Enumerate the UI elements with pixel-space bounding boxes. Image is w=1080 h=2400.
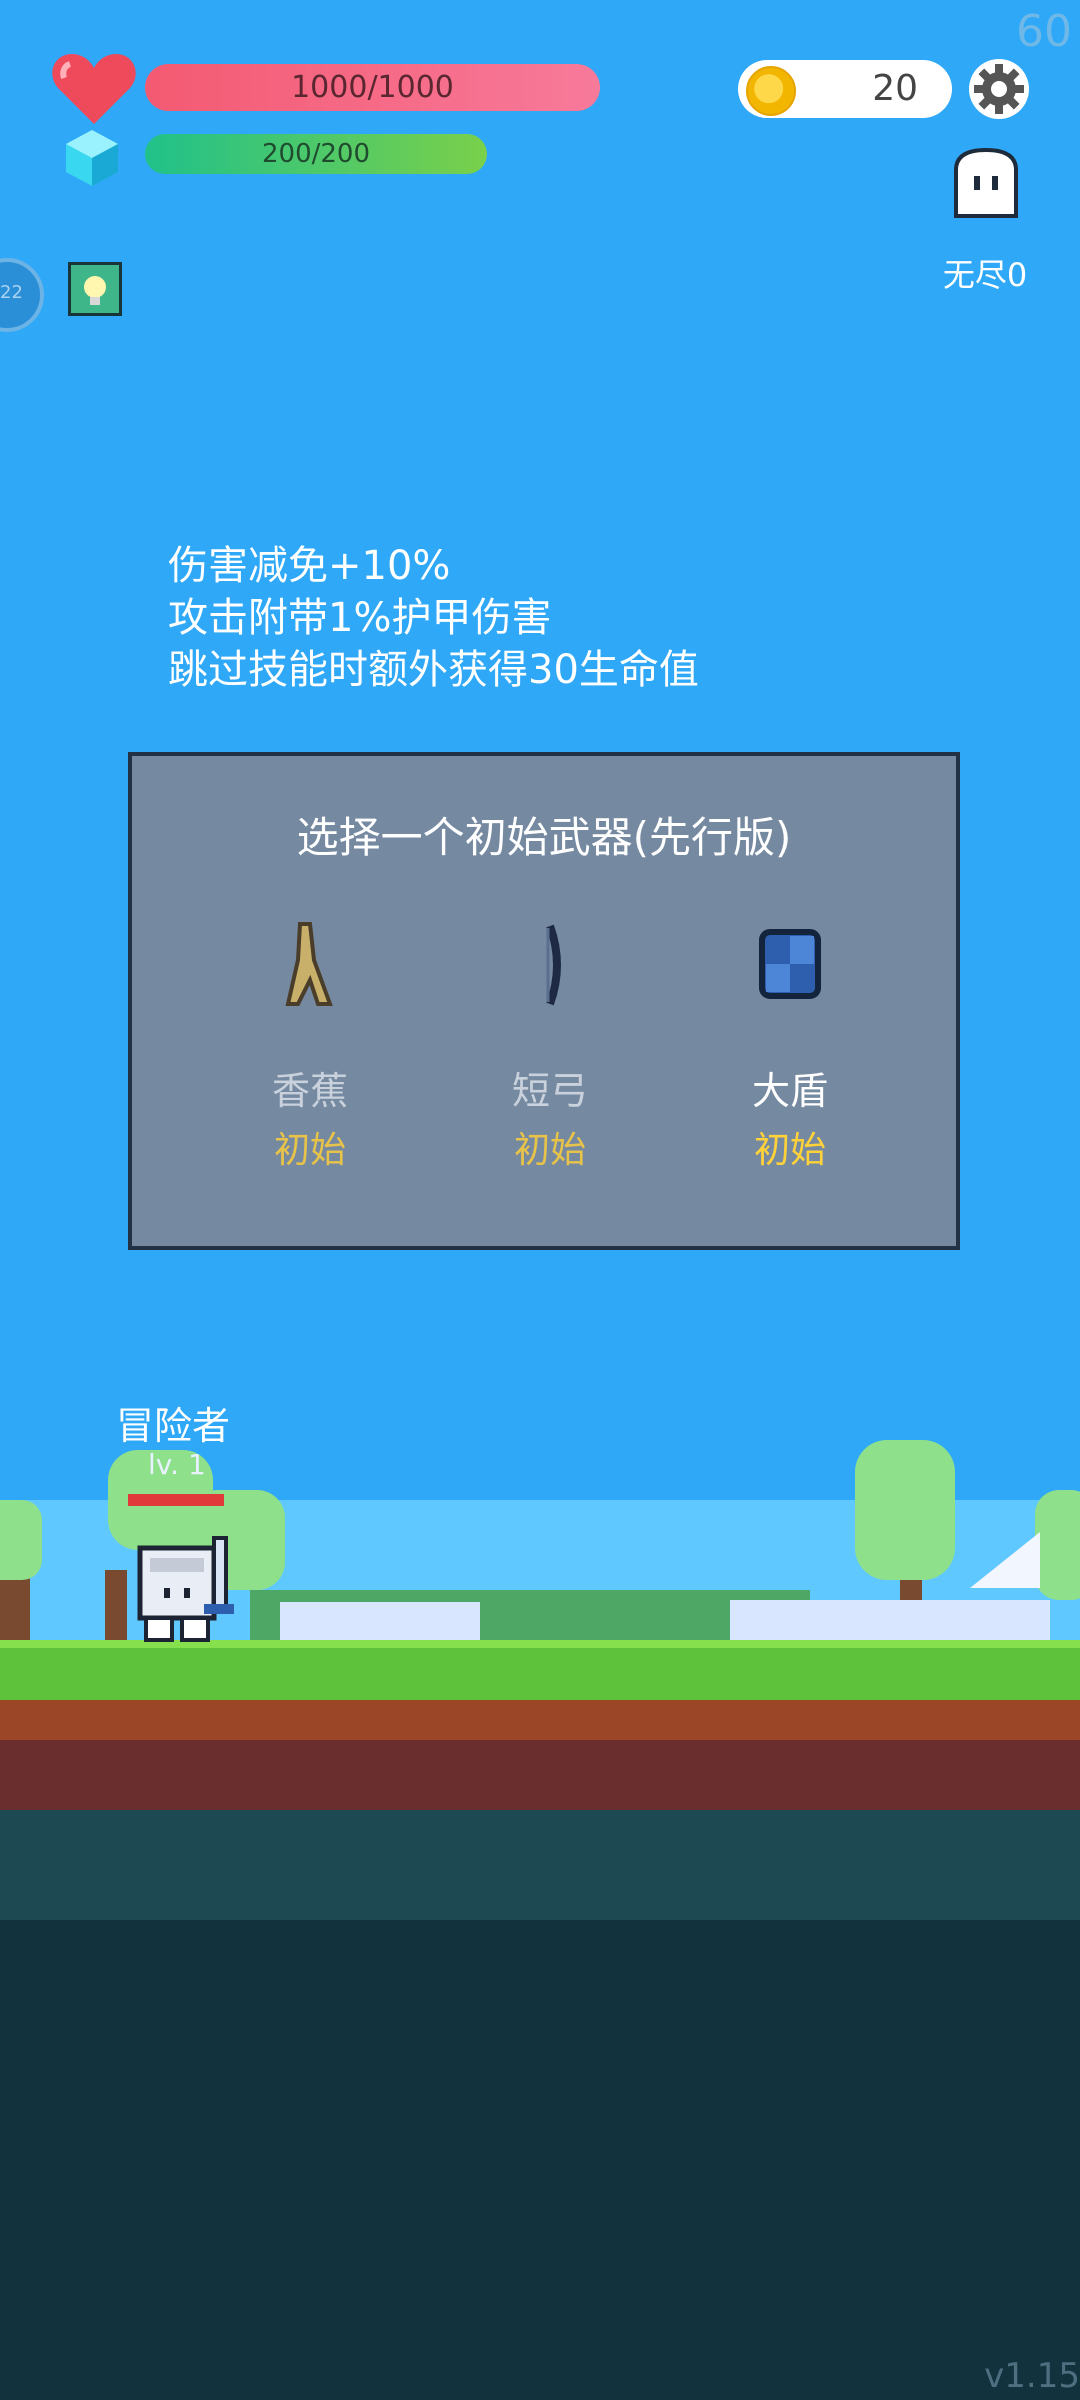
effect-line: 跳过技能时额外获得30生命值 (168, 647, 699, 693)
weapon-name: 大盾 (751, 1069, 828, 1113)
buff-lamp-icon[interactable] (68, 262, 122, 316)
dirt-dark-layer (0, 1740, 1080, 1810)
grass-ground (0, 1648, 1080, 1700)
weapon-tag: 初始 (273, 1130, 346, 1171)
weapon-tag: 初始 (753, 1130, 826, 1171)
weapon-option-shield[interactable]: 大盾 初始 (690, 920, 890, 1173)
weapon-option-banana[interactable]: 香蕉 初始 (210, 920, 410, 1173)
version-label: v1.15 (984, 2356, 1080, 2396)
endless-mode-label[interactable]: 无尽0 (930, 250, 1040, 296)
shield-icon (759, 929, 821, 999)
water-surface (0, 1810, 1080, 1920)
player-level: lv. 1 (148, 1448, 206, 1481)
effect-line: 攻击附带1%护甲伤害 (168, 595, 552, 641)
weapon-option-bow[interactable]: 短弓 初始 (450, 920, 650, 1173)
mana-text: 200/200 (261, 139, 370, 169)
effects-list: 伤害减免+10% 攻击附带1%护甲伤害 跳过技能时额外获得30生命值 (168, 540, 699, 696)
weapon-tag: 初始 (513, 1130, 586, 1171)
hp-text: 1000/1000 (291, 70, 454, 105)
weapon-name: 短弓 (511, 1069, 588, 1113)
heart-icon (52, 54, 136, 124)
banana-icon (285, 922, 333, 1006)
effect-line: 伤害减免+10% (168, 543, 451, 589)
knight-sprite (137, 1536, 234, 1642)
dialog-title: 选择一个初始武器(先行版) (296, 813, 792, 862)
weapon-name: 香蕉 (271, 1069, 348, 1113)
coin-icon (746, 66, 796, 116)
player-health-bar (128, 1494, 224, 1506)
cooldown-counter: 22 (0, 282, 23, 303)
coin-amount: 20 (872, 68, 918, 109)
gear-icon[interactable] (968, 58, 1030, 120)
crystal-icon (66, 130, 118, 186)
fps-counter: 60 (1016, 6, 1072, 57)
player-name: 冒险者 (116, 1404, 231, 1448)
bow-icon (546, 924, 561, 1006)
ghost-icon[interactable] (948, 146, 1024, 222)
